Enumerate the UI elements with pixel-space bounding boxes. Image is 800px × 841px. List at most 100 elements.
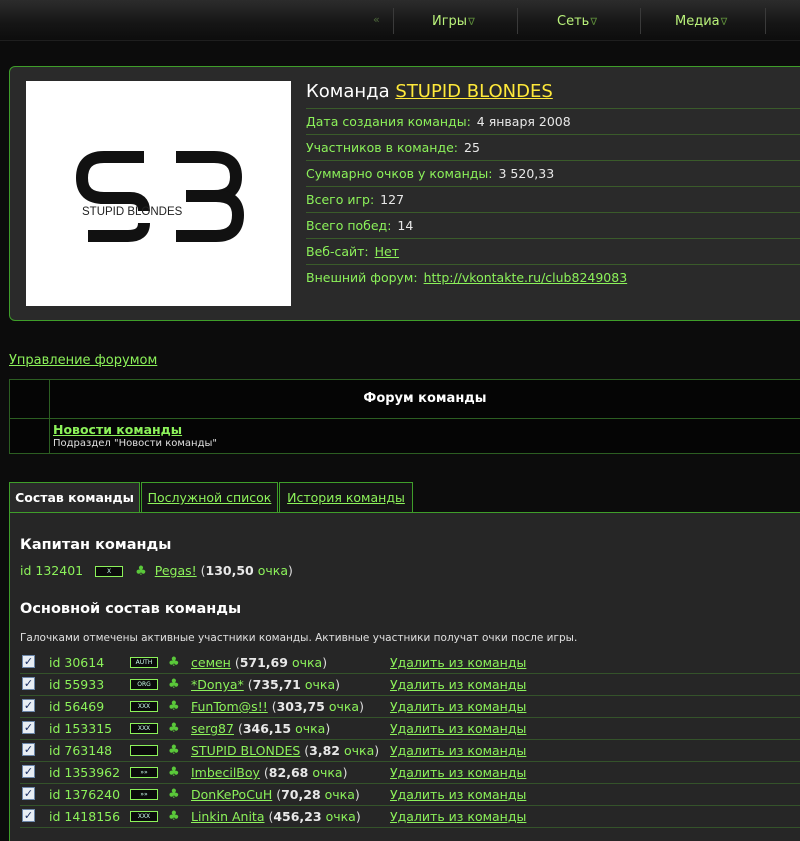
info-row-members: Участников в команде: 25 bbox=[306, 134, 800, 160]
person-icon: ♣ bbox=[168, 809, 180, 824]
member-name-link[interactable]: ImbecilBoy bbox=[191, 765, 260, 780]
remove-member-link[interactable]: Удалить из команды bbox=[390, 718, 526, 739]
active-checkbox[interactable]: ✓ bbox=[22, 765, 35, 778]
chevron-down-icon: ∇ bbox=[720, 17, 728, 28]
nav-item-network[interactable]: Сеть∇ bbox=[557, 14, 597, 29]
member-id: 1353962 bbox=[64, 765, 121, 780]
member-name-link[interactable]: семен bbox=[191, 655, 231, 670]
roster-note: Галочками отмечены активные участники ко… bbox=[20, 632, 578, 644]
id-label: id bbox=[49, 699, 61, 714]
remove-member-link[interactable]: Удалить из команды bbox=[390, 674, 526, 695]
person-icon: ♣ bbox=[168, 699, 180, 714]
member-name-link[interactable]: serg87 bbox=[191, 721, 234, 736]
remove-member-link[interactable]: Удалить из команды bbox=[390, 784, 526, 805]
person-icon: ♣ bbox=[168, 721, 180, 736]
person-icon: ♣ bbox=[168, 787, 180, 802]
info-label: Участников в команде: bbox=[306, 140, 458, 155]
points-value: 456,23 bbox=[273, 809, 322, 824]
nav-item-games[interactable]: Игры∇ bbox=[432, 14, 475, 29]
member-id-cell: id 153315 bbox=[49, 718, 112, 739]
member-id-cell: id 1376240 bbox=[49, 784, 120, 805]
member-id: 153315 bbox=[64, 721, 113, 736]
team-name-link[interactable]: STUPID BLONDES bbox=[395, 81, 552, 102]
title-prefix: Команда bbox=[306, 81, 390, 102]
member-name-link[interactable]: STUPID BLONDES bbox=[191, 743, 300, 758]
external-forum-link[interactable]: http://vkontakte.ru/club8249083 bbox=[424, 270, 628, 285]
person-icon: ♣ bbox=[168, 765, 180, 780]
member-name-link[interactable]: Linkin Anita bbox=[191, 809, 264, 824]
tab-service-record[interactable]: Послужной список bbox=[141, 482, 278, 512]
tab-label[interactable]: Послужной список bbox=[148, 490, 272, 505]
member-name-link[interactable]: FunTom@s!! bbox=[191, 699, 268, 714]
remove-member-link[interactable]: Удалить из команды bbox=[390, 740, 526, 761]
member-id-cell: id 55933 bbox=[49, 674, 104, 695]
chevron-down-icon: ∇ bbox=[468, 17, 475, 28]
member-id-cell: id 56469 bbox=[49, 696, 104, 717]
member-name-cell: Linkin Anita (456,23 очка) bbox=[191, 809, 361, 824]
points-word: очка bbox=[325, 809, 356, 824]
chevron-down-icon: ∇ bbox=[590, 17, 598, 28]
tab-roster[interactable]: Состав команды bbox=[9, 482, 140, 512]
nav-item-label: Игры bbox=[432, 14, 468, 29]
person-icon: ♣ bbox=[168, 655, 180, 670]
website-link[interactable]: Нет bbox=[375, 244, 399, 259]
tab-team-history[interactable]: История команды bbox=[279, 482, 413, 512]
member-id: 1376240 bbox=[64, 787, 121, 802]
active-checkbox[interactable]: ✓ bbox=[22, 787, 35, 800]
roster-section-title: Основной состав команды bbox=[20, 601, 242, 617]
nav-divider bbox=[640, 8, 641, 34]
active-checkbox[interactable]: ✓ bbox=[22, 699, 35, 712]
active-checkbox[interactable]: ✓ bbox=[22, 809, 35, 822]
points-value: 735,71 bbox=[252, 677, 301, 692]
captain-name-link[interactable]: Pegas! bbox=[155, 563, 197, 578]
id-label: id bbox=[49, 655, 61, 670]
info-value: 25 bbox=[464, 140, 480, 155]
nav-item-label: Медиа bbox=[675, 14, 720, 29]
subforum-link[interactable]: Новости команды bbox=[53, 422, 182, 437]
member-name-link[interactable]: DonKePoCuH bbox=[191, 787, 272, 802]
nav-divider bbox=[393, 8, 394, 34]
points-word: очка bbox=[291, 655, 323, 670]
captain-section-title: Капитан команды bbox=[20, 537, 172, 553]
points-value: 70,28 bbox=[281, 787, 321, 802]
active-checkbox[interactable]: ✓ bbox=[22, 743, 35, 756]
info-row-forum: Внешний форум: http://vkontakte.ru/club82… bbox=[306, 264, 800, 290]
rank-badge-icon: XXX bbox=[130, 723, 158, 734]
points-word: очка bbox=[257, 563, 288, 578]
top-navigation: « Игры∇ Сеть∇ Медиа∇ bbox=[0, 0, 800, 41]
roster-list: ✓ id 30614 AUTH ♣ семен (571,69 очка) Удалить… bbox=[20, 652, 800, 828]
remove-member-link[interactable]: Удалить из команды bbox=[390, 762, 526, 783]
member-name-cell: serg87 (346,15 очка) bbox=[191, 721, 331, 736]
remove-member-link[interactable]: Удалить из команды bbox=[390, 806, 526, 827]
member-id-cell: id 763148 bbox=[49, 740, 112, 761]
member-id: 132401 bbox=[35, 563, 84, 578]
points-value: 346,15 bbox=[242, 721, 292, 736]
active-checkbox[interactable]: ✓ bbox=[22, 721, 35, 734]
points-value: 303,75 bbox=[276, 699, 325, 714]
remove-member-link[interactable]: Удалить из команды bbox=[390, 696, 526, 717]
scroll-left-icon[interactable]: « bbox=[373, 13, 380, 26]
active-checkbox[interactable]: ✓ bbox=[22, 677, 35, 690]
member-id: 1418156 bbox=[64, 809, 121, 824]
member-id: 56469 bbox=[64, 699, 105, 714]
rank-badge-icon: X bbox=[95, 566, 124, 577]
member-name-cell: *Donya* (735,71 очка) bbox=[191, 677, 340, 692]
person-icon: ♣ bbox=[168, 743, 180, 758]
rank-badge-icon bbox=[130, 745, 158, 756]
rank-badge-icon: XXX bbox=[130, 701, 158, 712]
nav-divider bbox=[765, 8, 766, 34]
info-label: Всего игр: bbox=[306, 192, 375, 207]
active-checkbox[interactable]: ✓ bbox=[22, 655, 35, 668]
tab-label[interactable]: История команды bbox=[287, 490, 405, 505]
member-name-cell: ImbecilBoy (82,68 очка) bbox=[191, 765, 348, 780]
id-label: id bbox=[20, 563, 32, 578]
member-id: 763148 bbox=[64, 743, 113, 758]
member-name-link[interactable]: *Donya* bbox=[191, 677, 244, 692]
nav-item-media[interactable]: Медиа∇ bbox=[675, 14, 727, 29]
remove-member-link[interactable]: Удалить из команды bbox=[390, 652, 526, 673]
points-word: очка bbox=[324, 787, 355, 802]
id-label: id bbox=[49, 809, 61, 824]
id-label: id bbox=[49, 787, 61, 802]
member-id: 30614 bbox=[64, 655, 105, 670]
forum-manage-link[interactable]: Управление форумом bbox=[9, 353, 157, 368]
